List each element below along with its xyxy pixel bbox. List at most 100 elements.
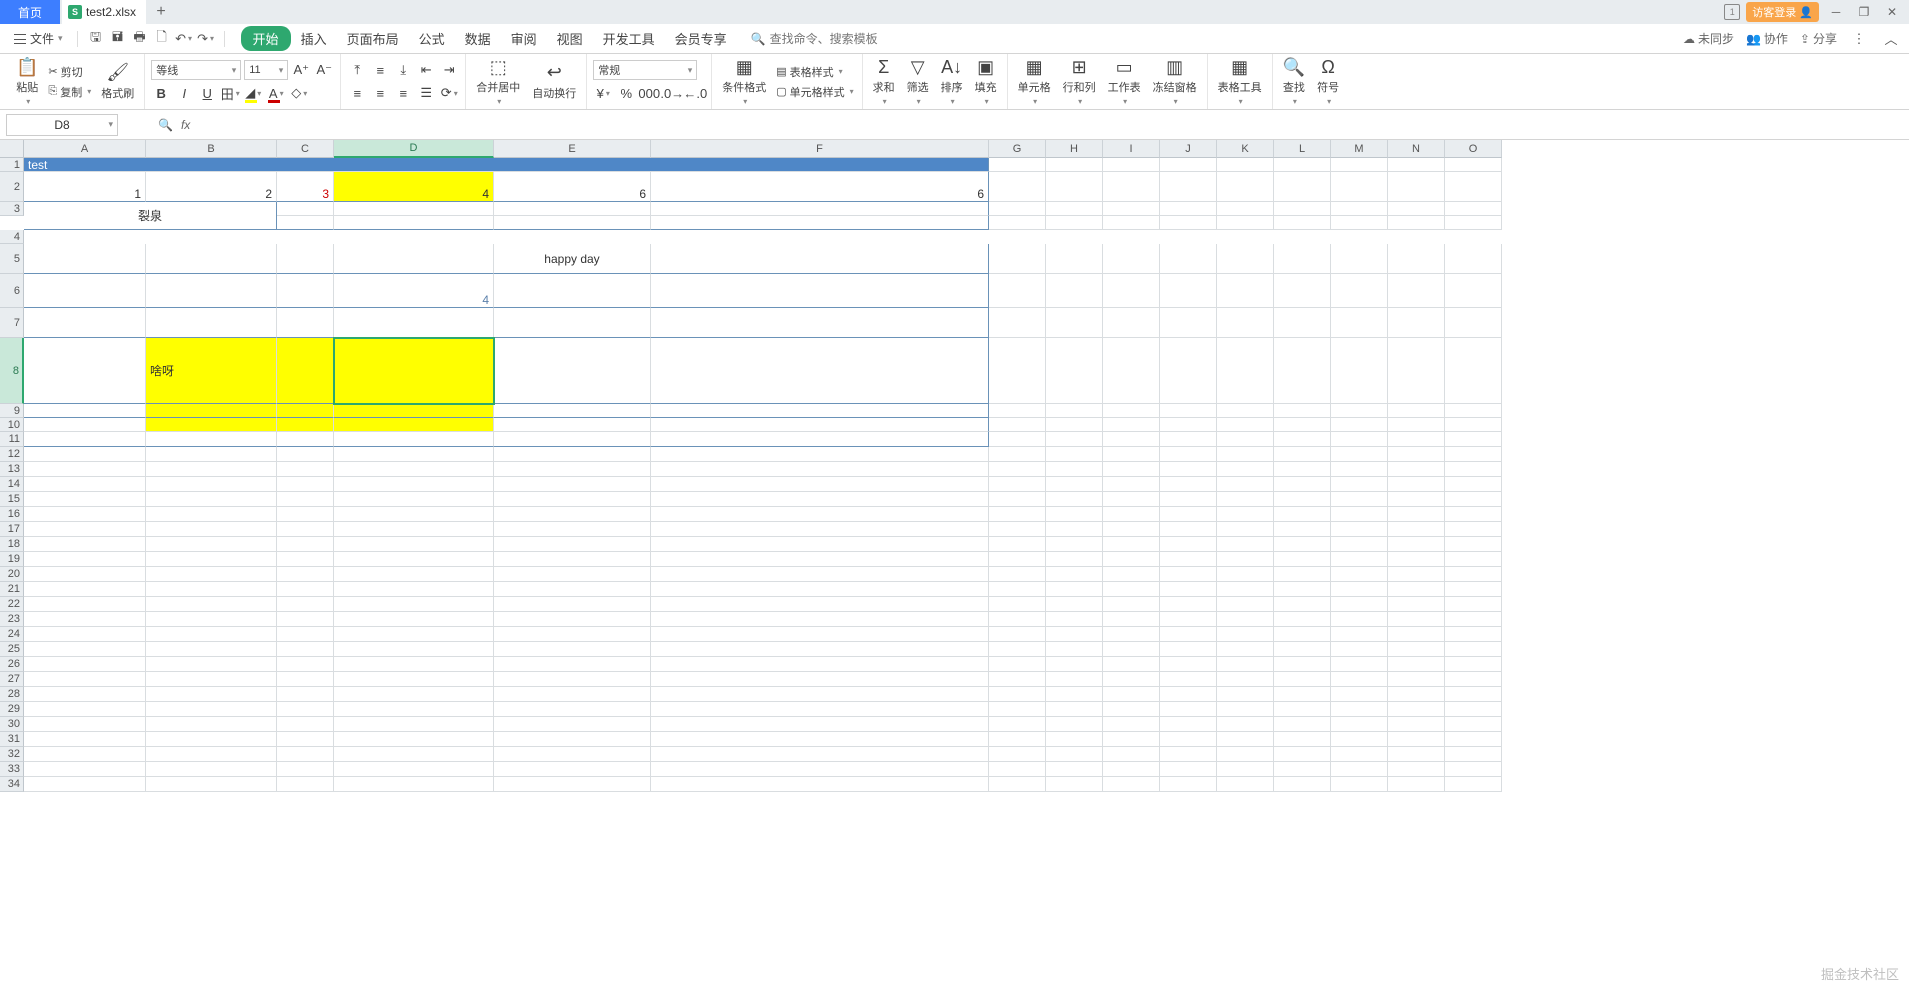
- table-style-button[interactable]: ▤表格样式: [774, 63, 855, 81]
- cell-L12[interactable]: [1274, 447, 1331, 462]
- row-header-11[interactable]: 11: [0, 432, 24, 447]
- cell-H9[interactable]: [1046, 404, 1103, 418]
- cell-L25[interactable]: [1274, 642, 1331, 657]
- cell-J32[interactable]: [1160, 747, 1217, 762]
- cell-I31[interactable]: [1103, 732, 1160, 747]
- cell-O7[interactable]: [1445, 308, 1502, 338]
- cell-I21[interactable]: [1103, 582, 1160, 597]
- cell-G15[interactable]: [989, 492, 1046, 507]
- italic-button[interactable]: I: [174, 83, 194, 103]
- cell-H14[interactable]: [1046, 477, 1103, 492]
- cell-style-button[interactable]: ▢单元格样式: [774, 83, 855, 101]
- cell-H13[interactable]: [1046, 462, 1103, 477]
- cell-E20[interactable]: [494, 567, 651, 582]
- cell-H20[interactable]: [1046, 567, 1103, 582]
- cell-D9[interactable]: [334, 404, 494, 418]
- cell-C19[interactable]: [277, 552, 334, 567]
- cell-C30[interactable]: [277, 717, 334, 732]
- cell-N32[interactable]: [1388, 747, 1445, 762]
- cell-F4[interactable]: [651, 216, 989, 230]
- cell-K34[interactable]: [1217, 777, 1274, 792]
- cell-L4[interactable]: [1274, 216, 1331, 230]
- cell-M4[interactable]: [1331, 216, 1388, 230]
- cell-D10[interactable]: [334, 418, 494, 432]
- cell-C23[interactable]: [277, 612, 334, 627]
- cell-C25[interactable]: [277, 642, 334, 657]
- cell-O1[interactable]: [1445, 158, 1502, 172]
- sort-button[interactable]: A↓排序: [937, 57, 967, 106]
- cell-D34[interactable]: [334, 777, 494, 792]
- cell-J14[interactable]: [1160, 477, 1217, 492]
- cell-N30[interactable]: [1388, 717, 1445, 732]
- cell-J22[interactable]: [1160, 597, 1217, 612]
- cell-H29[interactable]: [1046, 702, 1103, 717]
- table-tools-button[interactable]: ▦表格工具: [1214, 57, 1266, 106]
- tab-home[interactable]: 首页: [0, 0, 60, 24]
- cell-G13[interactable]: [989, 462, 1046, 477]
- cell-O27[interactable]: [1445, 672, 1502, 687]
- cell-F24[interactable]: [651, 627, 989, 642]
- cell-I25[interactable]: [1103, 642, 1160, 657]
- symbol-button[interactable]: Ω符号: [1313, 57, 1343, 106]
- col-header-B[interactable]: B: [146, 140, 277, 158]
- cell-A33[interactable]: [24, 762, 146, 777]
- cell-H19[interactable]: [1046, 552, 1103, 567]
- cell-G17[interactable]: [989, 522, 1046, 537]
- row-header-33[interactable]: 33: [0, 762, 24, 777]
- cell-L26[interactable]: [1274, 657, 1331, 672]
- cell-N33[interactable]: [1388, 762, 1445, 777]
- maximize-button[interactable]: ❐: [1853, 1, 1875, 23]
- cell-J10[interactable]: [1160, 418, 1217, 432]
- cell-K22[interactable]: [1217, 597, 1274, 612]
- cell-F20[interactable]: [651, 567, 989, 582]
- tab-dev-tools[interactable]: 开发工具: [593, 25, 665, 52]
- cell-M23[interactable]: [1331, 612, 1388, 627]
- cell-L30[interactable]: [1274, 717, 1331, 732]
- cell-F18[interactable]: [651, 537, 989, 552]
- cell-B23[interactable]: [146, 612, 277, 627]
- cell-E33[interactable]: [494, 762, 651, 777]
- cell-A18[interactable]: [24, 537, 146, 552]
- cell-H10[interactable]: [1046, 418, 1103, 432]
- cell-I19[interactable]: [1103, 552, 1160, 567]
- cell-A7[interactable]: [24, 308, 146, 338]
- cell-K7[interactable]: [1217, 308, 1274, 338]
- cell-H16[interactable]: [1046, 507, 1103, 522]
- cell-E4[interactable]: [494, 216, 651, 230]
- cell-A31[interactable]: [24, 732, 146, 747]
- cell-J12[interactable]: [1160, 447, 1217, 462]
- col-header-I[interactable]: I: [1103, 140, 1160, 158]
- cell-E22[interactable]: [494, 597, 651, 612]
- cell-A8[interactable]: [24, 338, 146, 404]
- cell-O33[interactable]: [1445, 762, 1502, 777]
- align-left-icon[interactable]: ≡: [347, 83, 367, 103]
- find-button[interactable]: 🔍查找: [1279, 57, 1309, 106]
- cell-H12[interactable]: [1046, 447, 1103, 462]
- cell-C34[interactable]: [277, 777, 334, 792]
- cell-M18[interactable]: [1331, 537, 1388, 552]
- cell-H22[interactable]: [1046, 597, 1103, 612]
- row-header-7[interactable]: 7: [0, 308, 24, 338]
- cell-N23[interactable]: [1388, 612, 1445, 627]
- cell-G31[interactable]: [989, 732, 1046, 747]
- cell-G34[interactable]: [989, 777, 1046, 792]
- cell-B13[interactable]: [146, 462, 277, 477]
- cell-O34[interactable]: [1445, 777, 1502, 792]
- font-name-combo[interactable]: 等线▾: [151, 60, 241, 80]
- col-header-G[interactable]: G: [989, 140, 1046, 158]
- name-box[interactable]: D8 ▾: [6, 114, 118, 136]
- cell-F10[interactable]: [651, 418, 989, 432]
- row-header-21[interactable]: 21: [0, 582, 24, 597]
- cell-B14[interactable]: [146, 477, 277, 492]
- cell-M30[interactable]: [1331, 717, 1388, 732]
- cell-E17[interactable]: [494, 522, 651, 537]
- cell-G10[interactable]: [989, 418, 1046, 432]
- row-header-31[interactable]: 31: [0, 732, 24, 747]
- paste-button[interactable]: 📋粘贴: [12, 57, 42, 106]
- cell-O25[interactable]: [1445, 642, 1502, 657]
- not-synced-button[interactable]: ☁未同步: [1683, 30, 1734, 47]
- cell-A30[interactable]: [24, 717, 146, 732]
- cell-O28[interactable]: [1445, 687, 1502, 702]
- row-header-19[interactable]: 19: [0, 552, 24, 567]
- cell-B24[interactable]: [146, 627, 277, 642]
